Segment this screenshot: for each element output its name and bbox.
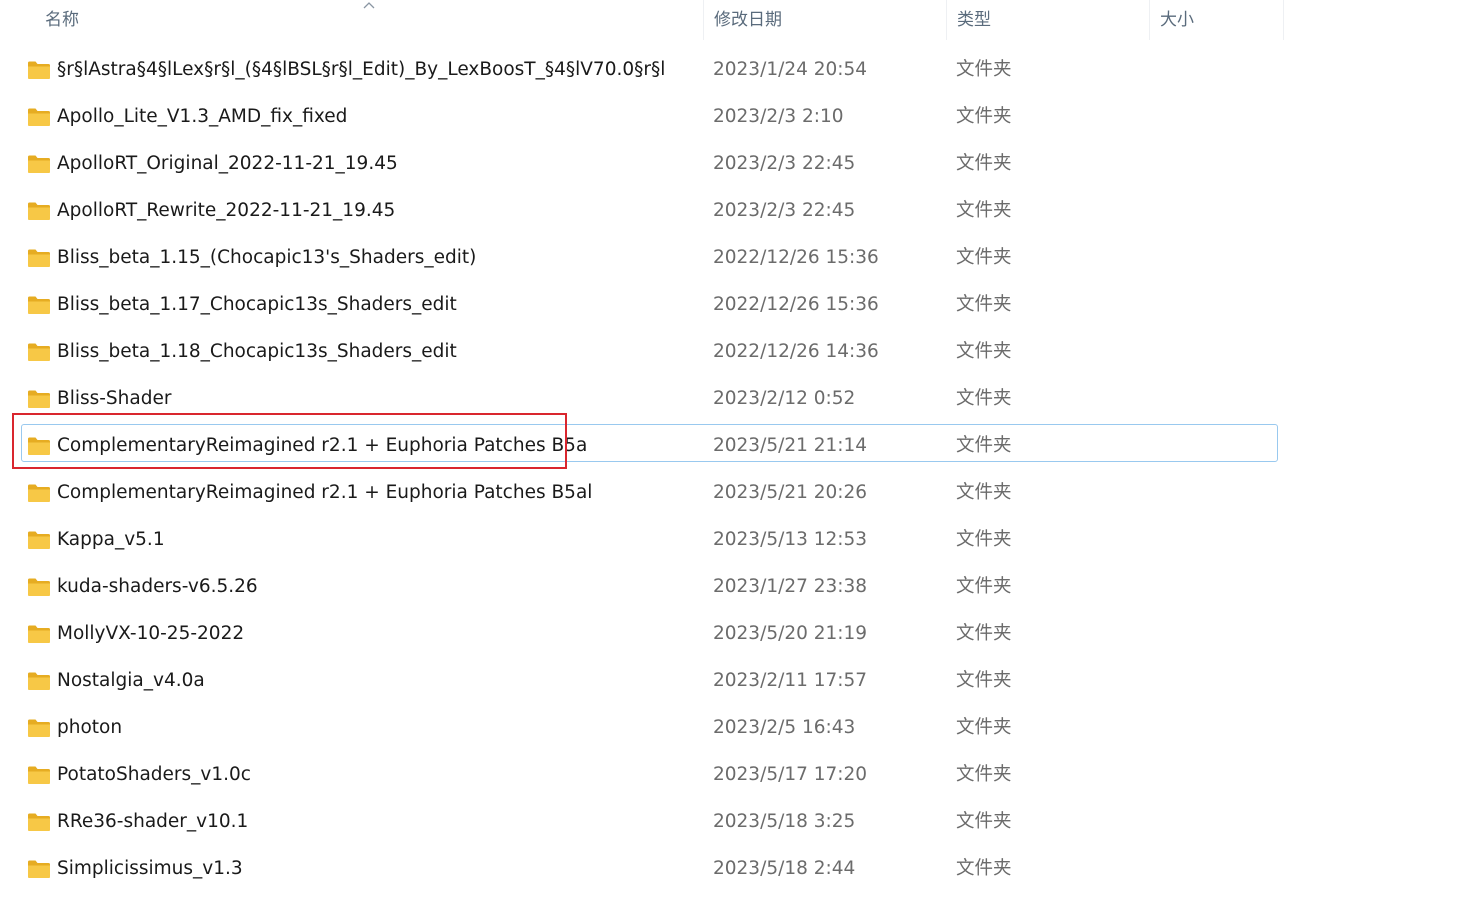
folder-icon: [27, 342, 51, 362]
file-row[interactable]: ApolloRT_Rewrite_2022-11-21_19.45 2023/2/…: [0, 188, 1481, 235]
file-type: 文件夹: [956, 717, 1012, 738]
file-date-modified: 2023/2/5 16:43: [713, 717, 856, 738]
folder-icon: [27, 530, 51, 550]
file-name: §r§lAstra§4§lLex§r§l_(§4§lBSL§r§l_Edit)_…: [57, 59, 666, 80]
file-date-modified: 2023/2/12 0:52: [713, 388, 856, 409]
file-type: 文件夹: [956, 764, 1012, 785]
file-date-modified: 2022/12/26 14:36: [713, 341, 879, 362]
folder-icon: [27, 107, 51, 127]
file-type: 文件夹: [956, 811, 1012, 832]
folder-icon: [27, 577, 51, 597]
column-header-bar: 名称 修改日期 类型 大小: [0, 0, 1481, 40]
folder-icon: [27, 483, 51, 503]
file-row[interactable]: Bliss_beta_1.18_Chocapic13s_Shaders_edit…: [0, 329, 1481, 376]
file-type: 文件夹: [956, 529, 1012, 550]
folder-icon: [27, 248, 51, 268]
file-type: 文件夹: [956, 435, 1012, 456]
folder-icon: [27, 812, 51, 832]
file-date-modified: 2023/5/21 20:26: [713, 482, 868, 503]
file-name: ComplementaryReimagined r2.1 + Euphoria …: [57, 482, 593, 503]
folder-icon: [27, 295, 51, 315]
file-name: RRe36-shader_v10.1: [57, 811, 249, 832]
file-date-modified: 2023/2/11 17:57: [713, 670, 868, 691]
file-name: ApolloRT_Rewrite_2022-11-21_19.45: [57, 200, 396, 221]
file-type: 文件夹: [956, 341, 1012, 362]
file-type: 文件夹: [956, 388, 1012, 409]
file-type: 文件夹: [956, 623, 1012, 644]
file-name: Apollo_Lite_V1.3_AMD_fix_fixed: [57, 106, 348, 127]
folder-icon: [27, 765, 51, 785]
file-type: 文件夹: [956, 858, 1012, 879]
file-date-modified: 2023/5/21 21:14: [713, 435, 868, 456]
annotation-highlight-box: [12, 413, 567, 469]
file-name: Kappa_v5.1: [57, 529, 165, 550]
folder-icon: [27, 201, 51, 221]
file-type: 文件夹: [956, 576, 1012, 597]
folder-icon: [27, 154, 51, 174]
file-type: 文件夹: [956, 59, 1012, 80]
file-date-modified: 2022/12/26 15:36: [713, 247, 879, 268]
file-row[interactable]: Bliss_beta_1.17_Chocapic13s_Shaders_edit…: [0, 282, 1481, 329]
file-date-modified: 2023/2/3 22:45: [713, 153, 856, 174]
file-name: photon: [57, 717, 123, 738]
file-row[interactable]: kuda-shaders-v6.5.26 2023/1/27 23:38 文件夹: [0, 564, 1481, 611]
column-header-date-modified[interactable]: 修改日期: [703, 0, 946, 40]
file-name: kuda-shaders-v6.5.26: [57, 576, 258, 597]
file-date-modified: 2023/2/3 2:10: [713, 106, 844, 127]
file-row[interactable]: photon 2023/2/5 16:43 文件夹: [0, 705, 1481, 752]
file-name: Bliss_beta_1.15_(Chocapic13's_Shaders_ed…: [57, 247, 477, 268]
file-row[interactable]: Apollo_Lite_V1.3_AMD_fix_fixed 2023/2/3 2…: [0, 94, 1481, 141]
file-row[interactable]: ComplementaryReimagined r2.1 + Euphoria …: [0, 470, 1481, 517]
file-row[interactable]: Kappa_v5.1 2023/5/13 12:53 文件夹: [0, 517, 1481, 564]
folder-icon: [27, 859, 51, 879]
file-date-modified: 2023/5/20 21:19: [713, 623, 868, 644]
file-type: 文件夹: [956, 482, 1012, 503]
file-name: Simplicissimus_v1.3: [57, 858, 243, 879]
folder-icon: [27, 718, 51, 738]
folder-icon: [27, 60, 51, 80]
file-row[interactable]: PotatoShaders_v1.0c 2023/5/17 17:20 文件夹: [0, 752, 1481, 799]
sort-ascending-caret-icon: [363, 2, 375, 9]
file-row[interactable]: Simplicissimus_v1.3 2023/5/18 2:44 文件夹: [0, 846, 1481, 893]
folder-icon: [27, 389, 51, 409]
file-date-modified: 2023/1/24 20:54: [713, 59, 868, 80]
file-type: 文件夹: [956, 106, 1012, 127]
file-name: Bliss_beta_1.17_Chocapic13s_Shaders_edit: [57, 294, 457, 315]
file-explorer-list: 名称 修改日期 类型 大小 §r§lAstra§4§lLex§r§l_(§4§l…: [0, 0, 1481, 910]
file-type: 文件夹: [956, 153, 1012, 174]
file-name: PotatoShaders_v1.0c: [57, 764, 251, 785]
file-type: 文件夹: [956, 200, 1012, 221]
file-name: Nostalgia_v4.0a: [57, 670, 205, 691]
file-date-modified: 2022/12/26 15:36: [713, 294, 879, 315]
file-row[interactable]: §r§lAstra§4§lLex§r§l_(§4§lBSL§r§l_Edit)_…: [0, 47, 1481, 94]
file-date-modified: 2023/5/17 17:20: [713, 764, 868, 785]
file-list: §r§lAstra§4§lLex§r§l_(§4§lBSL§r§l_Edit)_…: [0, 47, 1481, 893]
file-type: 文件夹: [956, 294, 1012, 315]
folder-icon: [27, 671, 51, 691]
file-date-modified: 2023/5/18 2:44: [713, 858, 856, 879]
file-row[interactable]: RRe36-shader_v10.1 2023/5/18 3:25 文件夹: [0, 799, 1481, 846]
file-date-modified: 2023/2/3 22:45: [713, 200, 856, 221]
file-name: Bliss_beta_1.18_Chocapic13s_Shaders_edit: [57, 341, 457, 362]
column-header-size[interactable]: 大小: [1149, 0, 1284, 40]
file-row[interactable]: ApolloRT_Original_2022-11-21_19.45 2023/2…: [0, 141, 1481, 188]
folder-icon: [27, 624, 51, 644]
file-row[interactable]: Bliss_beta_1.15_(Chocapic13's_Shaders_ed…: [0, 235, 1481, 282]
file-row[interactable]: MollyVX-10-25-2022 2023/5/20 21:19 文件夹: [0, 611, 1481, 658]
file-name: ApolloRT_Original_2022-11-21_19.45: [57, 153, 398, 174]
column-header-type[interactable]: 类型: [946, 0, 1149, 40]
file-row[interactable]: Nostalgia_v4.0a 2023/2/11 17:57 文件夹: [0, 658, 1481, 705]
file-date-modified: 2023/1/27 23:38: [713, 576, 868, 597]
file-type: 文件夹: [956, 247, 1012, 268]
file-date-modified: 2023/5/18 3:25: [713, 811, 856, 832]
file-type: 文件夹: [956, 670, 1012, 691]
file-date-modified: 2023/5/13 12:53: [713, 529, 868, 550]
file-name: MollyVX-10-25-2022: [57, 623, 245, 644]
